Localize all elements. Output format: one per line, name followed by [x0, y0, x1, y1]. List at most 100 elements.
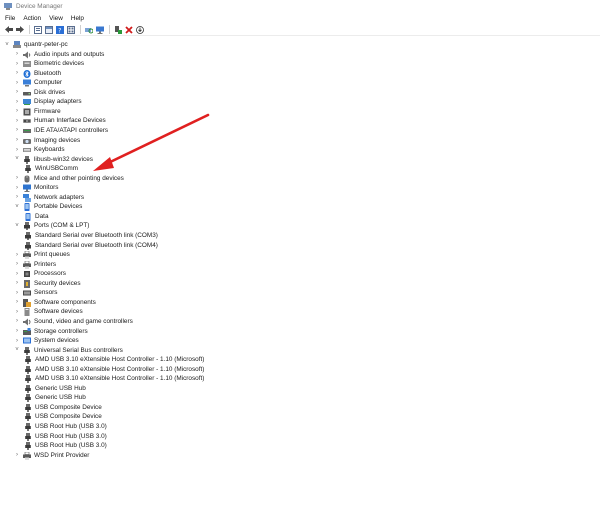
chevron-right-icon[interactable]: › — [14, 99, 20, 105]
tree-item[interactable]: AMD USB 3.10 eXtensible Host Controller … — [24, 374, 204, 384]
tree-item[interactable]: › Security devices — [14, 279, 81, 288]
mouse-icon — [23, 175, 30, 183]
tree-item[interactable]: ˅ Universal Serial Bus controllers — [14, 346, 123, 355]
menu-view[interactable]: View — [49, 15, 63, 22]
tree-item[interactable]: › Print queues — [14, 250, 70, 260]
tree-item[interactable]: › Sound, video and game controllers — [14, 317, 133, 326]
chevron-right-icon[interactable]: › — [14, 328, 20, 334]
tree-item[interactable]: AMD USB 3.10 eXtensible Host Controller … — [24, 365, 204, 374]
chevron-right-icon[interactable]: › — [14, 271, 20, 277]
scan-changes-icon[interactable] — [84, 25, 93, 34]
tree-item[interactable]: ˅ Portable Devices — [14, 202, 83, 212]
tree-item[interactable]: Generic USB Hub — [24, 393, 86, 403]
tree-item[interactable]: USB Root Hub (USB 3.0) — [24, 422, 107, 431]
tree-item[interactable]: › Software components — [14, 298, 96, 307]
tree-item[interactable]: USB Composite Device — [24, 403, 102, 412]
tree-item[interactable]: Standard Serial over Bluetooth link (COM… — [24, 231, 158, 240]
menu-file[interactable]: File — [5, 15, 15, 22]
tree-item[interactable]: › Processors — [14, 269, 66, 278]
chevron-down-icon[interactable]: ˅ — [14, 156, 20, 162]
chevron-down-icon[interactable]: ˅ — [14, 223, 20, 229]
chevron-right-icon[interactable]: › — [14, 318, 20, 324]
tree-item[interactable]: › Printers — [14, 260, 56, 269]
chevron-right-icon[interactable]: › — [14, 290, 20, 296]
chevron-right-icon[interactable]: › — [14, 70, 20, 76]
tree-item[interactable]: USB Root Hub (USB 3.0) — [24, 432, 107, 441]
tree-item[interactable]: Generic USB Hub — [24, 384, 86, 393]
chevron-right-icon[interactable]: › — [14, 80, 20, 86]
tree-item[interactable]: › Keyboards — [14, 145, 65, 154]
tree-item[interactable]: › Mice and other pointing devices — [14, 174, 124, 183]
view-icon[interactable] — [66, 25, 75, 34]
menu-help[interactable]: Help — [71, 15, 84, 22]
chevron-right-icon[interactable]: › — [14, 175, 20, 181]
show-hide-icon[interactable] — [44, 25, 53, 34]
chevron-down-icon[interactable]: ˅ — [14, 204, 20, 210]
tree-item[interactable]: Data — [24, 212, 49, 221]
tree-item[interactable]: ˅ libusb-win32 devices — [14, 155, 93, 164]
tree-item[interactable]: › Audio inputs and outputs — [14, 50, 104, 59]
chevron-down-icon[interactable]: ˅ — [14, 347, 20, 353]
tree-item[interactable]: › Software devices — [14, 307, 83, 317]
properties-icon[interactable] — [33, 25, 42, 34]
chevron-right-icon[interactable]: › — [14, 118, 20, 124]
tree-item[interactable]: › WSD Print Provider — [14, 451, 89, 460]
chevron-right-icon[interactable]: › — [14, 61, 20, 67]
add-driver-icon[interactable] — [113, 25, 122, 34]
chevron-right-icon[interactable]: › — [14, 185, 20, 191]
tree-item[interactable]: › Storage controllers — [14, 327, 88, 336]
tree-item[interactable]: USB Composite Device — [24, 412, 102, 422]
tree-item[interactable]: › Network adapters — [14, 193, 84, 202]
software-component-icon — [23, 298, 31, 307]
chevron-right-icon[interactable]: › — [14, 309, 20, 315]
chevron-right-icon[interactable]: › — [14, 280, 20, 286]
chevron-right-icon[interactable]: › — [14, 147, 20, 153]
chevron-right-icon[interactable]: › — [14, 452, 20, 458]
chevron-right-icon[interactable]: › — [14, 261, 20, 267]
chevron-down-icon[interactable]: ˅ — [4, 42, 10, 48]
chevron-right-icon[interactable]: › — [14, 194, 20, 200]
tree-item[interactable]: › Sensors — [14, 288, 57, 297]
tree-item[interactable]: AMD USB 3.10 eXtensible Host Controller … — [24, 355, 204, 365]
tree-item[interactable]: › Bluetooth — [14, 69, 61, 78]
help-icon[interactable]: ? — [55, 25, 64, 34]
tree-item[interactable]: › Biometric devices — [14, 59, 84, 68]
back-icon[interactable] — [4, 25, 13, 34]
tree-item[interactable]: › Human Interface Devices — [14, 116, 106, 125]
monitor-icon[interactable] — [95, 25, 104, 34]
tree-item[interactable]: › Firmware — [14, 107, 61, 116]
chevron-right-icon[interactable]: › — [14, 51, 20, 57]
tree-item[interactable]: › Disk drives — [14, 88, 65, 97]
menu-action[interactable]: Action — [23, 15, 41, 22]
speaker-icon — [23, 51, 31, 59]
chevron-right-icon[interactable]: › — [14, 338, 20, 344]
chevron-right-icon[interactable]: › — [14, 89, 20, 95]
tree-item[interactable]: USB Root Hub (USB 3.0) — [24, 441, 107, 451]
uninstall-icon[interactable] — [124, 25, 133, 34]
port-icon — [24, 232, 31, 240]
chevron-right-icon[interactable]: › — [14, 108, 20, 114]
chevron-right-icon[interactable]: › — [14, 127, 20, 133]
usb-plug-icon — [23, 346, 30, 355]
tree-item[interactable]: › IDE ATA/ATAPI controllers — [14, 126, 108, 135]
tree-item-label: Computer — [34, 79, 63, 87]
chevron-right-icon[interactable]: › — [14, 299, 20, 305]
update-driver-icon[interactable] — [135, 25, 144, 34]
tree-item-label: Mice and other pointing devices — [34, 174, 124, 182]
storage-icon — [23, 327, 31, 335]
tree-item[interactable]: WinUSBComm — [24, 164, 78, 174]
tree-item[interactable]: Standard Serial over Bluetooth link (COM… — [24, 241, 158, 250]
tree-item[interactable]: › Display adapters — [14, 97, 82, 106]
tree-item[interactable]: › Computer — [14, 78, 62, 87]
tree-item[interactable]: ˅ Ports (COM & LPT) — [14, 221, 89, 231]
tree-item[interactable]: ˅ quantr-peter-pc — [4, 40, 68, 49]
processor-icon — [23, 270, 30, 278]
tree-item[interactable]: › System devices — [14, 336, 79, 345]
tree-item[interactable]: › Monitors — [14, 183, 59, 193]
tree-item[interactable]: › Imaging devices — [14, 136, 80, 145]
tree-item-label: Sound, video and game controllers — [34, 317, 133, 325]
forward-icon[interactable] — [15, 25, 24, 34]
chevron-right-icon[interactable]: › — [14, 252, 20, 258]
tree-item-label: Portable Devices — [34, 203, 83, 211]
chevron-right-icon[interactable]: › — [14, 137, 20, 143]
